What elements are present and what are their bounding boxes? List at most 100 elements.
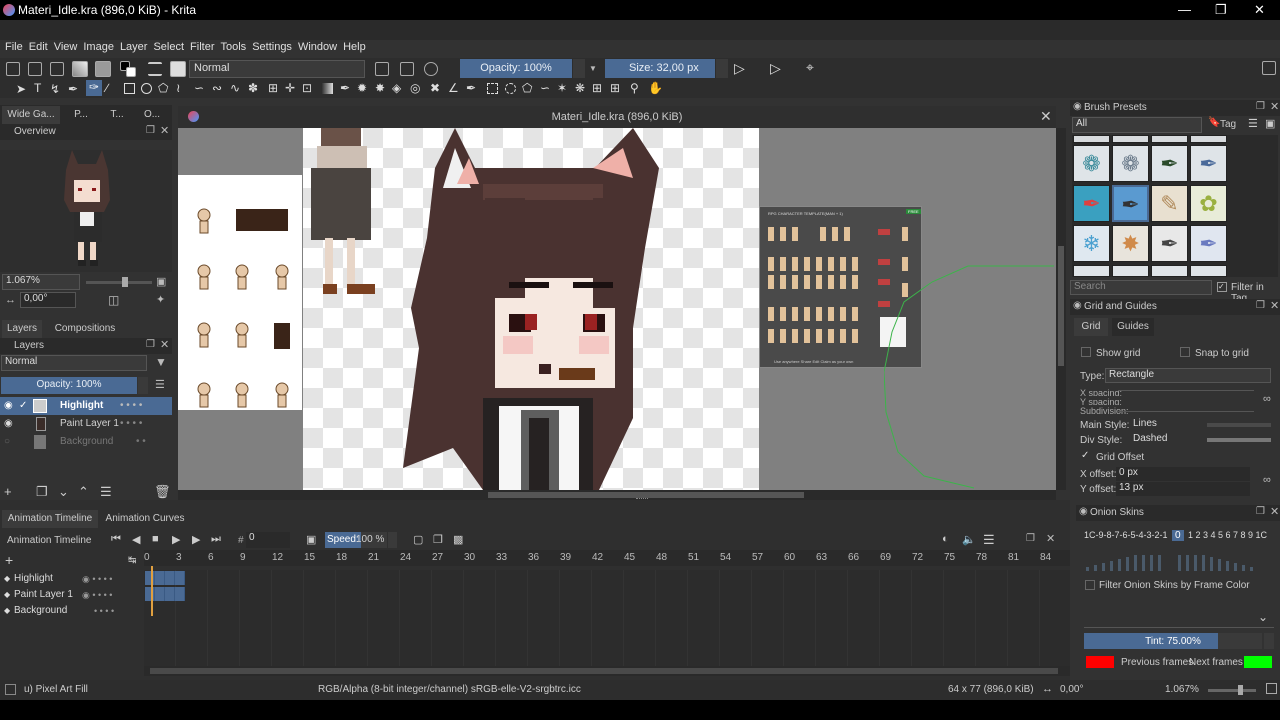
brush-tag-label[interactable]: Tag [1220, 119, 1236, 130]
timeline-close-icon[interactable]: ✕ [1046, 532, 1055, 545]
reference-tool-icon[interactable]: ✒ [466, 81, 476, 95]
fit-view-icon[interactable] [1266, 683, 1277, 694]
reload-preset-icon[interactable] [424, 62, 438, 76]
open-document-icon[interactable] [28, 62, 42, 76]
move-down-icon[interactable]: ⌄ [58, 484, 69, 500]
zoom-tool-icon[interactable]: ⚲ [630, 81, 639, 95]
tab-palette[interactable]: P... [62, 106, 100, 124]
brush-preset-12[interactable]: ✿ [1190, 185, 1227, 222]
drop-frames-icon[interactable]: ▢ [413, 533, 423, 546]
layer-row-background[interactable]: ○ Background • • [0, 433, 172, 451]
onion-close-icon[interactable]: ✕ [1270, 505, 1279, 518]
polygon-select-tool-icon[interactable]: ⬠ [522, 81, 532, 95]
document-close-icon[interactable]: ✕ [1040, 108, 1052, 125]
gradient-icon[interactable] [72, 61, 88, 77]
tab-tool-options[interactable]: T... [102, 106, 132, 124]
select-shapes-tool-icon[interactable]: ➤ [16, 82, 26, 96]
status-rotation[interactable]: 0,00° [1060, 684, 1083, 695]
frame-ruler[interactable]: 0 3 6 9 12 15 18 21 24 27 30 33 36 39 42… [144, 550, 1070, 566]
main-color-swatch[interactable] [1207, 423, 1271, 427]
ellipse-tool-icon[interactable] [141, 83, 152, 94]
speed-spin-icon[interactable] [388, 532, 397, 548]
layer-row-paint-layer-1[interactable]: ◉ Paint Layer 1 • • • • [0, 415, 172, 433]
polygon-tool-icon[interactable]: ⬠ [158, 81, 168, 95]
fill-tool-icon[interactable]: ◈ [392, 81, 401, 95]
menu-edit[interactable]: Edit [26, 40, 51, 54]
ellipse-select-tool-icon[interactable] [505, 83, 516, 94]
opacity-dropdown-icon[interactable]: ▼ [589, 64, 597, 73]
mirror-horizontal-icon[interactable]: ▷ [734, 60, 745, 77]
rectangle-tool-icon[interactable] [124, 83, 135, 94]
layer-opacity-spin-icon[interactable] [138, 377, 148, 394]
move-up-icon[interactable]: ⌃ [78, 484, 89, 500]
opacity-spin-icon[interactable] [573, 59, 585, 78]
brush-grid-scrollbar[interactable] [1268, 135, 1278, 277]
gradient-tool-icon[interactable] [322, 83, 333, 94]
brush-preset-5[interactable]: ❁ [1073, 145, 1110, 182]
visibility-icon[interactable]: ○ [4, 433, 10, 451]
workspace-icon[interactable] [1262, 61, 1276, 75]
onion-float-icon[interactable]: ❐ [1256, 506, 1265, 517]
show-grid-checkbox[interactable] [1081, 347, 1091, 357]
wrap-around-icon[interactable]: ⌖ [806, 59, 814, 76]
link-offset-icon[interactable]: ∞ [1263, 474, 1271, 486]
div-style-dropdown[interactable]: Dashed [1130, 433, 1196, 447]
brush-preset-6[interactable]: ❁ [1112, 145, 1149, 182]
overview-close-icon[interactable]: ✕ [160, 124, 169, 137]
grid-float-icon[interactable]: ❐ [1256, 300, 1265, 311]
size-slider[interactable]: Size: 32,00 px [605, 59, 715, 78]
menu-help[interactable]: Help [340, 40, 369, 54]
layer-filter-icon[interactable]: ▼ [155, 355, 167, 369]
stop-icon[interactable]: ■ [152, 533, 159, 545]
brush-presets-handle-icon[interactable]: ◉ [1073, 101, 1082, 112]
brush-search-input[interactable]: Search [1070, 280, 1212, 295]
brush-preset-15[interactable]: ✒ [1151, 225, 1188, 262]
onion-next-scale[interactable]: 1 2 3 4 5 6 7 8 9 1C [1188, 530, 1267, 540]
new-document-icon[interactable] [6, 62, 20, 76]
freehand-brush-tool-icon[interactable]: ✑ [86, 80, 102, 96]
layers-close-icon[interactable]: ✕ [160, 338, 169, 351]
speed-icon[interactable]: ▣ [306, 533, 316, 546]
polyline-tool-icon[interactable]: ≀ [176, 81, 181, 95]
dynamic-brush-tool-icon[interactable]: ∿ [230, 81, 240, 95]
layer-toggles-icon[interactable]: ◉ • • • • [82, 571, 112, 587]
minimize-icon[interactable]: — [1178, 2, 1191, 17]
duplicate-layer-icon[interactable]: ❐ [36, 484, 48, 500]
onion-handle-icon[interactable]: ◉ [1079, 506, 1088, 517]
zoom-slider-handle-icon[interactable] [122, 277, 128, 287]
size-spin-icon[interactable] [716, 59, 728, 78]
pin-icon[interactable]: ✦ [156, 293, 165, 306]
contiguous-select-tool-icon[interactable]: ✶ [557, 81, 567, 95]
brush-status-icon[interactable] [5, 684, 16, 695]
save-document-icon[interactable] [50, 62, 64, 76]
pattern-icon[interactable] [95, 61, 111, 77]
link-spacing-icon[interactable]: ∞ [1263, 393, 1271, 405]
brush-preset-icon[interactable] [170, 61, 186, 77]
brush-preset-10[interactable]: ✒ [1112, 185, 1149, 222]
magnetic-select-tool-icon[interactable]: ⊞ [610, 81, 620, 95]
current-frame-field[interactable]: 0 [246, 532, 290, 548]
tab-layers[interactable]: Layers [2, 320, 42, 338]
lock-icon[interactable]: • • [136, 433, 146, 451]
layer-opacity-slider[interactable]: Opacity: 100% [1, 377, 137, 394]
menu-filter[interactable]: Filter [187, 40, 217, 54]
brush-preset-14[interactable]: ✸ [1112, 225, 1149, 262]
layer-toggles-icon[interactable]: ◉ • • • • [82, 587, 112, 603]
measure-tool-icon[interactable]: ∠ [448, 81, 459, 95]
playhead[interactable] [151, 566, 153, 616]
close-icon[interactable]: ✕ [1254, 2, 1265, 18]
audio-icon[interactable]: 🔈 [962, 533, 976, 546]
rotate-canvas-icon[interactable]: ↔ [1042, 683, 1053, 695]
rotation-field[interactable]: 0,00° [20, 292, 76, 308]
add-layer-timeline-icon[interactable]: + [5, 552, 13, 568]
onion-current-frame[interactable]: 0 [1172, 530, 1184, 541]
zoom-field[interactable]: 1.067% [2, 274, 80, 290]
next-frames-color-swatch[interactable] [1244, 656, 1272, 668]
tab-other[interactable]: O... [134, 106, 170, 124]
mirror-vertical-icon[interactable]: ▷ [770, 60, 781, 77]
onion-skin-toggle-icon[interactable]: ◐ [942, 533, 949, 545]
next-frame-icon[interactable]: ▶ [192, 533, 200, 546]
brush-preset-8[interactable]: ✒ [1190, 145, 1227, 182]
brush-preset-16[interactable]: ✒ [1190, 225, 1227, 262]
y-offset-field[interactable]: 13 px [1116, 482, 1250, 496]
